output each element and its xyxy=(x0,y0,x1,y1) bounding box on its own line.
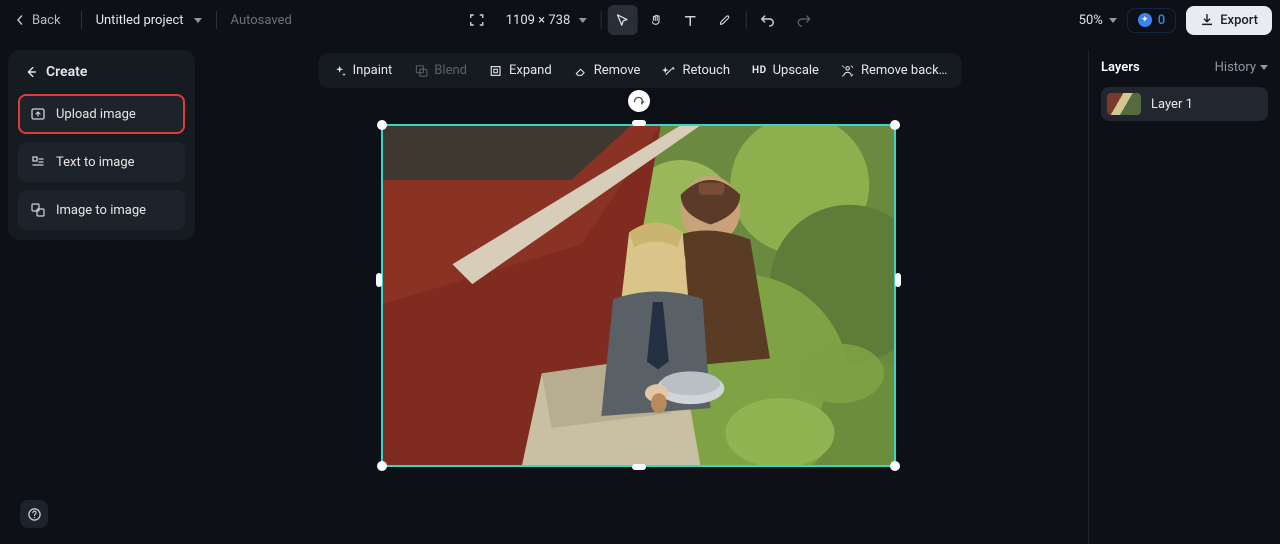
history-dropdown[interactable]: History xyxy=(1215,60,1268,75)
sparkle-icon xyxy=(333,64,347,78)
divider xyxy=(600,11,601,29)
retouch-label: Retouch xyxy=(682,63,730,78)
wand-icon xyxy=(662,64,676,78)
rotate-icon xyxy=(632,95,645,108)
project-name-dropdown[interactable]: Untitled project xyxy=(96,13,202,28)
zoom-dropdown[interactable]: 50% xyxy=(1079,13,1117,28)
canvas[interactable] xyxy=(378,92,899,467)
hd-icon: HD xyxy=(752,65,767,76)
fit-icon xyxy=(469,12,485,28)
blend-label: Blend xyxy=(434,63,467,78)
canvas-image[interactable] xyxy=(381,124,896,467)
upload-image-label: Upload image xyxy=(56,107,136,122)
project-name: Untitled project xyxy=(96,13,184,28)
select-tool[interactable] xyxy=(607,5,637,35)
undo-button[interactable] xyxy=(752,5,782,35)
inpaint-label: Inpaint xyxy=(353,63,393,78)
text-icon xyxy=(683,13,698,28)
blend-action: Blend xyxy=(410,59,471,82)
chevron-down-icon xyxy=(1109,18,1117,23)
arrow-left-icon xyxy=(24,65,38,79)
expand-action[interactable]: Expand xyxy=(485,59,556,82)
eraser-icon xyxy=(574,64,588,78)
retouch-action[interactable]: Retouch xyxy=(658,59,734,82)
layer-thumbnail xyxy=(1107,93,1141,115)
hand-icon xyxy=(649,13,664,28)
resize-handle-t[interactable] xyxy=(632,120,646,126)
back-label: Back xyxy=(32,13,61,28)
remove-action[interactable]: Remove xyxy=(570,59,645,82)
create-title: Create xyxy=(46,64,87,80)
resize-handle-br[interactable] xyxy=(890,461,900,471)
canvas-dimensions-dropdown[interactable]: 1109 × 738 xyxy=(498,9,595,32)
credits-icon: ✦ xyxy=(1138,13,1152,27)
credits-button[interactable]: ✦ 0 xyxy=(1127,8,1176,33)
image-to-image-icon xyxy=(30,202,46,218)
remove-background-action[interactable]: Remove back… xyxy=(837,59,951,82)
text-to-image-label: Text to image xyxy=(56,155,135,170)
text-tool[interactable] xyxy=(675,5,705,35)
layers-title: Layers xyxy=(1101,60,1140,75)
redo-button[interactable] xyxy=(788,5,818,35)
chevron-down-icon xyxy=(578,18,586,23)
layer-item[interactable]: Layer 1 xyxy=(1101,87,1268,121)
blend-icon xyxy=(414,64,428,78)
layers-panel: Layers History Layer 1 xyxy=(1088,50,1280,544)
fit-canvas-button[interactable] xyxy=(462,5,492,35)
canvas-dimensions: 1109 × 738 xyxy=(506,13,571,28)
resize-handle-b[interactable] xyxy=(632,464,646,470)
download-icon xyxy=(1200,13,1214,27)
chevron-down-icon xyxy=(1260,65,1268,70)
help-button[interactable] xyxy=(20,500,48,528)
text-to-image-button[interactable]: Text to image xyxy=(18,142,185,182)
resize-handle-tr[interactable] xyxy=(890,120,900,130)
resize-handle-bl[interactable] xyxy=(377,461,387,471)
image-to-image-label: Image to image xyxy=(56,203,146,218)
undo-icon xyxy=(759,12,775,28)
person-cutout-icon xyxy=(841,64,855,78)
rotate-handle[interactable] xyxy=(628,90,650,112)
chevron-down-icon xyxy=(194,18,202,23)
chevron-left-icon xyxy=(14,14,26,26)
expand-label: Expand xyxy=(509,63,552,78)
brush-tool[interactable] xyxy=(709,5,739,35)
back-button[interactable]: Back xyxy=(8,9,67,32)
export-button[interactable]: Export xyxy=(1186,6,1272,35)
history-label: History xyxy=(1215,60,1256,75)
layer-label: Layer 1 xyxy=(1151,97,1193,112)
divider xyxy=(216,11,217,29)
cursor-icon xyxy=(615,13,630,28)
remove-bg-label: Remove back… xyxy=(861,63,947,78)
redo-icon xyxy=(795,12,811,28)
divider xyxy=(81,11,82,29)
resize-handle-l[interactable] xyxy=(376,273,382,287)
upscale-action[interactable]: HD Upscale xyxy=(748,59,823,82)
upload-image-button[interactable]: Upload image xyxy=(18,94,185,134)
upload-image-icon xyxy=(30,106,46,122)
help-icon xyxy=(27,507,42,522)
text-to-image-icon xyxy=(30,154,46,170)
zoom-value: 50% xyxy=(1079,13,1103,28)
edit-actions-toolbar: Inpaint Blend Expand Remove Retouch HD U… xyxy=(319,53,962,88)
canvas-image-content xyxy=(383,126,894,465)
export-label: Export xyxy=(1220,13,1258,28)
expand-icon xyxy=(489,64,503,78)
divider xyxy=(745,11,746,29)
image-to-image-button[interactable]: Image to image xyxy=(18,190,185,230)
resize-handle-tl[interactable] xyxy=(377,120,387,130)
pan-tool[interactable] xyxy=(641,5,671,35)
brush-icon xyxy=(717,13,732,28)
resize-handle-r[interactable] xyxy=(895,273,901,287)
inpaint-action[interactable]: Inpaint xyxy=(329,59,397,82)
autosaved-status: Autosaved xyxy=(231,13,292,28)
remove-label: Remove xyxy=(594,63,641,78)
credits-count: 0 xyxy=(1158,13,1165,28)
create-panel: Create Upload image Text to image Image … xyxy=(8,50,195,240)
create-header: Create xyxy=(18,64,185,80)
upscale-label: Upscale xyxy=(773,63,819,78)
